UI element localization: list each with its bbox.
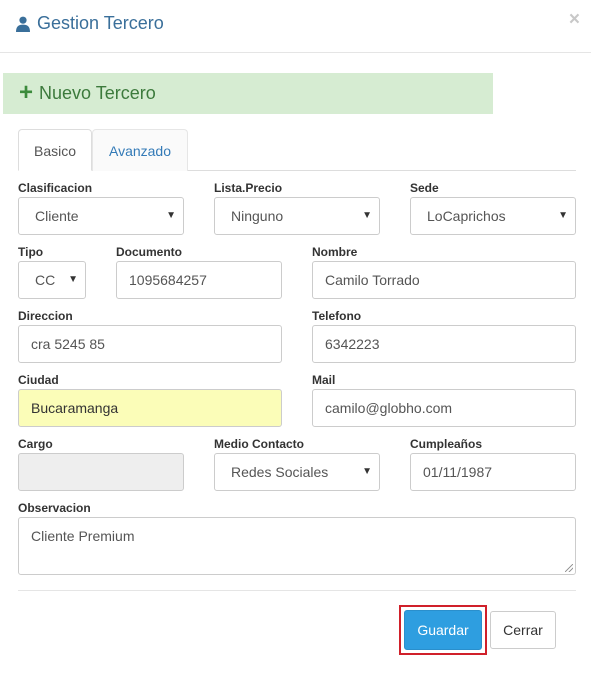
plus-icon: +: [19, 78, 34, 106]
tab-basico[interactable]: Basico: [18, 129, 92, 171]
caret-down-icon: ▼: [68, 274, 78, 285]
tipo-select[interactable]: CC ▼: [18, 261, 86, 299]
sede-value: LoCaprichos: [427, 208, 506, 224]
direccion-input[interactable]: cra 5245 85: [18, 325, 282, 363]
observacion-textarea[interactable]: Cliente Premium: [18, 517, 576, 575]
modal-title: Gestion Tercero: [16, 13, 164, 34]
medio-contacto-select[interactable]: Redes Sociales ▼: [214, 453, 380, 491]
nombre-value: Camilo Torrado: [325, 272, 420, 288]
caret-down-icon: ▼: [362, 210, 372, 221]
nombre-input[interactable]: Camilo Torrado: [312, 261, 576, 299]
direccion-value: cra 5245 85: [31, 336, 105, 352]
caret-down-icon: ▼: [558, 210, 568, 221]
cargo-input: [18, 453, 184, 491]
lista-precio-value: Ninguno: [231, 208, 284, 224]
nombre-label: Nombre: [312, 245, 358, 259]
tipo-value: CC: [35, 272, 56, 288]
observacion-label: Observacion: [18, 501, 91, 515]
clasificacion-label: Clasificacion: [18, 181, 93, 195]
documento-input[interactable]: 1095684257: [116, 261, 282, 299]
documento-value: 1095684257: [129, 272, 207, 288]
close-icon[interactable]: ×: [569, 10, 580, 29]
caret-down-icon: ▼: [362, 466, 372, 477]
sede-label: Sede: [410, 181, 439, 195]
telefono-label: Telefono: [312, 309, 362, 323]
lista-precio-label: Lista.Precio: [214, 181, 283, 195]
sede-select[interactable]: LoCaprichos ▼: [410, 197, 576, 235]
tipo-label: Tipo: [18, 245, 44, 259]
save-button[interactable]: Guardar: [404, 610, 482, 650]
resize-handle-icon[interactable]: [565, 564, 573, 572]
cumpleanos-label: Cumpleaños: [410, 437, 483, 451]
ciudad-label: Ciudad: [18, 373, 59, 387]
mail-label: Mail: [312, 373, 336, 387]
close-button[interactable]: Cerrar: [490, 611, 556, 649]
footer-divider: [18, 590, 576, 591]
modal-header: Gestion Tercero ×: [0, 0, 591, 53]
cumpleanos-value: 01/11/1987: [423, 464, 493, 480]
ciudad-value: Bucaramanga: [31, 400, 119, 416]
observacion-value: Cliente Premium: [31, 528, 135, 544]
lista-precio-select[interactable]: Ninguno ▼: [214, 197, 380, 235]
banner-title: Nuevo Tercero: [39, 83, 156, 103]
tab-avanzado[interactable]: Avanzado: [92, 129, 188, 171]
caret-down-icon: ▼: [166, 210, 176, 221]
telefono-value: 6342223: [325, 336, 380, 352]
tab-bar: Basico Avanzado: [18, 129, 576, 171]
telefono-input[interactable]: 6342223: [312, 325, 576, 363]
documento-label: Documento: [116, 245, 182, 259]
clasificacion-select[interactable]: Cliente ▼: [18, 197, 184, 235]
new-third-party-banner: + Nuevo Tercero: [3, 73, 493, 114]
ciudad-input[interactable]: Bucaramanga: [18, 389, 282, 427]
direccion-label: Direccion: [18, 309, 73, 323]
medio-contacto-value: Redes Sociales: [231, 464, 329, 480]
mail-value: camilo@globho.com: [325, 400, 453, 416]
cargo-label: Cargo: [18, 437, 53, 451]
user-icon: [16, 16, 30, 32]
cumpleanos-input[interactable]: 01/11/1987: [410, 453, 576, 491]
mail-input[interactable]: camilo@globho.com: [312, 389, 576, 427]
modal-title-text: Gestion Tercero: [37, 13, 164, 33]
clasificacion-value: Cliente: [35, 208, 79, 224]
medio-contacto-label: Medio Contacto: [214, 437, 304, 451]
